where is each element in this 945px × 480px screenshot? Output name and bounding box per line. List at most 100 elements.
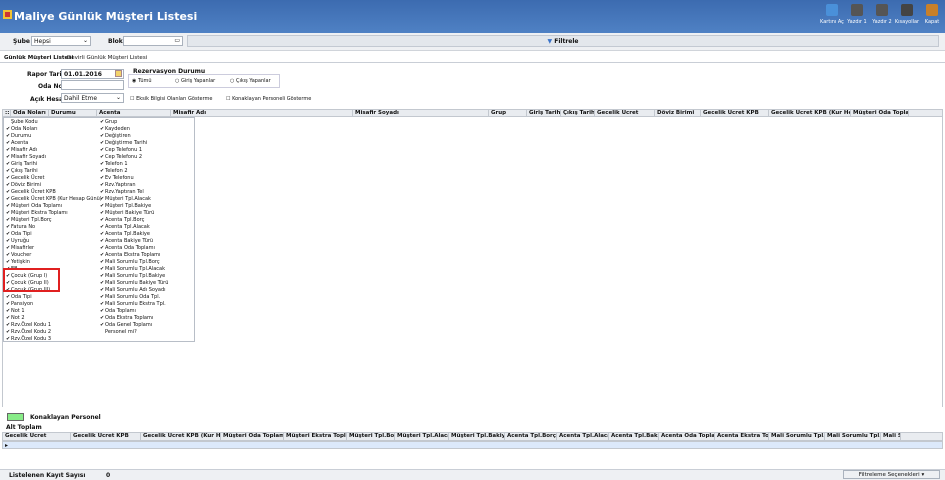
column-option[interactable]: ✔Giriş Tarihi <box>6 161 102 168</box>
grid-column-header[interactable]: Oda Noları <box>11 110 49 116</box>
column-option[interactable]: ✔Değiştirme Tarihi <box>100 140 168 147</box>
column-option[interactable]: ✔Rzv.Özel Kodu 3 <box>6 336 102 343</box>
tab-devirli[interactable]: Devirli Günlük Müşteri Listesi <box>67 55 147 61</box>
column-option[interactable]: ✔Mali Sorumlu Adı Soyadı <box>100 287 168 294</box>
grid-column-header[interactable]: Müşteri Oda Toplam <box>851 110 909 116</box>
column-option[interactable]: ✔Çıkış Tarihi <box>6 168 102 175</box>
subtotal-column-header[interactable]: Müşteri Tpl.Bakiye <box>449 433 505 440</box>
grid-column-header[interactable]: Durumu <box>49 110 97 116</box>
grid-column-header[interactable]: Gecelik Ücret KPB (Kur He... <box>769 110 851 116</box>
column-option[interactable]: ✔Rzv.Yaptıran Tel <box>100 189 168 196</box>
column-option[interactable]: ✔Mali Sorumlu Ekstra Tpl. <box>100 301 168 308</box>
subtotal-column-header[interactable]: Gecelik Ücret KPB (Kur He... <box>141 433 221 440</box>
grid-corner-icon[interactable]: :: <box>3 110 11 116</box>
column-option[interactable]: ✔Mali Sorumlu Tpl.Borç <box>100 259 168 266</box>
column-option[interactable]: ✔Voucher <box>6 252 102 259</box>
filter-options-button[interactable]: Filtreleme Seçenekleri ▾ <box>843 470 940 479</box>
column-option[interactable]: ✔Rzv.Yaptıran <box>100 182 168 189</box>
column-option[interactable]: ✔Acenta Oda Toplamı <box>100 245 168 252</box>
subtotal-column-header[interactable]: Müşteri Ekstra Toplamı <box>284 433 347 440</box>
subtotal-column-header[interactable]: Müşteri Tpl.Alacak <box>395 433 449 440</box>
subtotal-column-header[interactable]: Müşteri Oda Toplamı <box>221 433 284 440</box>
column-option[interactable]: ✔Oda Tipi <box>6 294 102 301</box>
column-option[interactable]: Şube Kodu <box>6 119 102 126</box>
column-option[interactable]: ✔Oda Toplamı <box>100 308 168 315</box>
column-option[interactable]: ✔Gecelik Ücret KPB <box>6 189 102 196</box>
column-option[interactable]: ✔Telefon 1 <box>100 161 168 168</box>
column-option[interactable]: ✔Acenta Tpl.Borç <box>100 217 168 224</box>
subtotal-column-header[interactable]: Acenta Tpl.Alacak <box>557 433 609 440</box>
checkbox-eksik[interactable]: ☐ Eksik Bilgisi Olanları Gösterme <box>130 96 213 103</box>
radio-cikis[interactable]: ○ Çıkış Yapanlar <box>230 78 271 85</box>
grid-column-header[interactable]: Çıkış Tarihi <box>561 110 595 116</box>
subtotal-column-header[interactable]: Mali Sor <box>881 433 901 440</box>
column-option[interactable]: ✔Acenta <box>6 140 102 147</box>
column-option[interactable]: ✔Döviz Birimi <box>6 182 102 189</box>
subtotal-column-header[interactable]: Mali Sorumlu Tpl.Borç <box>769 433 825 440</box>
column-option[interactable]: ✔Not 1 <box>6 308 102 315</box>
column-option[interactable]: ✔Gecelik Ücret <box>6 175 102 182</box>
column-option[interactable]: ✔Gecelik Ücret KPB (Kur Hesap Günü) <box>6 196 102 203</box>
calendar-icon[interactable] <box>115 70 122 77</box>
subtotal-column-header[interactable]: Acenta Tpl.Bakiye <box>609 433 659 440</box>
column-option[interactable]: ✔Mali Sorumlu Tpl.Bakiye <box>100 273 168 280</box>
column-option[interactable]: ✔Not 2 <box>6 315 102 322</box>
toolbar-button-3[interactable]: Kısayollar <box>894 3 920 31</box>
filter-button[interactable]: ▼ Filtrele <box>187 35 939 47</box>
grid-column-header[interactable]: Acenta <box>97 110 171 116</box>
column-option[interactable]: ✔Uyruğu <box>6 238 102 245</box>
column-option[interactable]: ✔Mali Sorumlu Tpl.Alacak <box>100 266 168 273</box>
column-option[interactable]: ✔Müşteri Tpl.Alacak <box>100 196 168 203</box>
column-option[interactable]: ✔Mali Sorumlu Bakiye Türü <box>100 280 168 287</box>
grid-column-header[interactable]: Döviz Birimi <box>655 110 701 116</box>
column-option[interactable]: ✔Acenta Bakiye Türü <box>100 238 168 245</box>
column-option[interactable]: ✔Cep Telefonu 2 <box>100 154 168 161</box>
toolbar-button-0[interactable]: Kartını Aç <box>819 3 845 31</box>
column-option[interactable]: ✔Müşteri Bakiye Türü <box>100 210 168 217</box>
sube-select[interactable]: Hepsi ⌄ <box>31 36 91 46</box>
column-option[interactable]: ✔Rzv.Özel Kodu 2 <box>6 329 102 336</box>
toolbar-button-2[interactable]: Yazdır 2 <box>869 3 895 31</box>
column-option[interactable]: ✔Telefon 2 <box>100 168 168 175</box>
radio-tumu[interactable]: ◉ Tümü <box>132 78 152 85</box>
grid-column-header[interactable]: Misafir Adı <box>171 110 353 116</box>
grid-column-header[interactable]: Gecelik Ücret KPB <box>701 110 769 116</box>
column-option[interactable]: ✔Müşteri Oda Toplamı <box>6 203 102 210</box>
column-option[interactable]: ✔Müşteri Tpl.Borç <box>6 217 102 224</box>
column-option[interactable]: ✔Grup <box>100 119 168 126</box>
column-option[interactable]: ✔Değiştiren <box>100 133 168 140</box>
column-option[interactable]: ✔Durumu <box>6 133 102 140</box>
subtotal-column-header[interactable]: Acenta Tpl.Borç <box>505 433 557 440</box>
oda-no-input[interactable] <box>61 80 124 90</box>
grid-column-header[interactable]: Grup <box>489 110 527 116</box>
subtotal-column-header[interactable]: Acenta Ekstra Toplamı <box>715 433 769 440</box>
column-option[interactable]: ✔Kaydeden <box>100 126 168 133</box>
grid-column-header[interactable]: Gecelik Ücret <box>595 110 655 116</box>
grid-column-header[interactable]: Giriş Tarihi <box>527 110 561 116</box>
column-option[interactable]: ✔Mali Sorumlu Oda Tpl. <box>100 294 168 301</box>
column-option[interactable]: ✔Misafir Soyadı <box>6 154 102 161</box>
column-option[interactable]: ✔Ev Telefonu <box>100 175 168 182</box>
column-option[interactable]: ✔Misafirler <box>6 245 102 252</box>
column-option[interactable]: ✔Yetişkin <box>6 259 102 266</box>
column-option[interactable]: ✔Oda Ekstra Toplamı <box>100 315 168 322</box>
grid-column-header[interactable]: Misafir Soyadı <box>353 110 489 116</box>
column-option[interactable]: ✔Acenta Tpl.Alacak <box>100 224 168 231</box>
checkbox-personel[interactable]: ☐ Konaklayan Personeli Gösterme <box>226 96 311 103</box>
subtotal-column-header[interactable]: Mali Sorumlu Tpl.Alacak <box>825 433 881 440</box>
blok-select[interactable]: ▭ <box>123 36 183 46</box>
subtotal-column-header[interactable]: Gecelik Ücret <box>3 433 71 440</box>
tab-gunluk[interactable]: Günlük Müşteri Listesi <box>4 55 73 61</box>
column-option[interactable]: Personel mi? <box>100 329 168 336</box>
radio-giris[interactable]: ○ Giriş Yapanlar <box>175 78 215 85</box>
column-option[interactable]: ✔Acenta Ekstra Toplamı <box>100 252 168 259</box>
column-option[interactable]: ✔Oda Tipi <box>6 231 102 238</box>
subtotal-column-header[interactable]: Gecelik Ücret KPB <box>71 433 141 440</box>
subtotal-column-header[interactable]: Müşteri Tpl.Borç <box>347 433 395 440</box>
column-option[interactable]: ✔Müşteri Tpl.Bakiye <box>100 203 168 210</box>
toolbar-button-4[interactable]: Kapat <box>919 3 945 31</box>
subtotal-column-header[interactable]: Acenta Oda Toplamı <box>659 433 715 440</box>
column-option[interactable]: ✔Pansiyon <box>6 301 102 308</box>
acik-hesap-select[interactable]: Dahil Etme ⌄ <box>61 93 124 103</box>
rapor-tarihi-input[interactable]: 01.01.2016 <box>61 69 124 79</box>
